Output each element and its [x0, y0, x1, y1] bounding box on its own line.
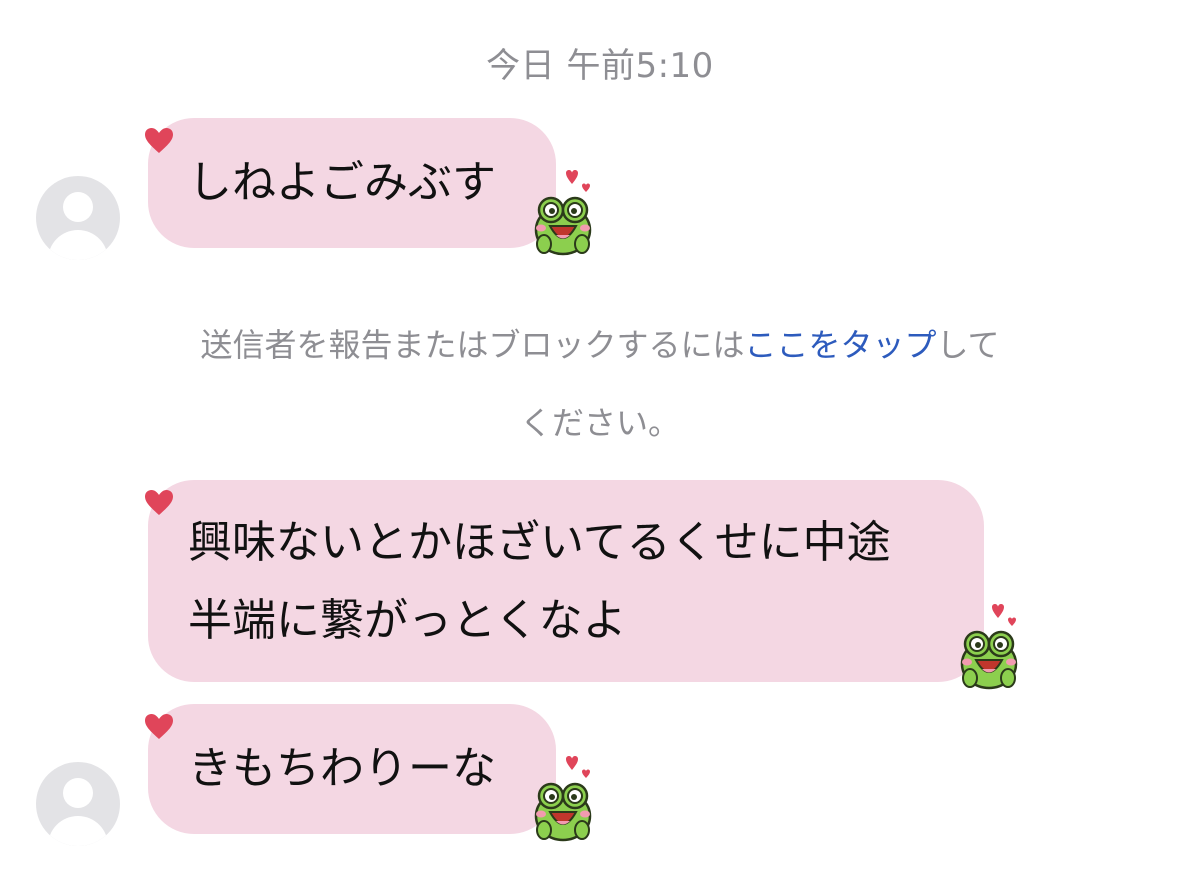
- heart-icon: [145, 128, 173, 153]
- avatar-head-icon: [63, 192, 93, 222]
- message-bubble-3[interactable]: きもちわりーな: [148, 704, 556, 834]
- message-bubble-2[interactable]: 興味ないとかほざいてるくせに中途 半端に繋がっとくなよ: [148, 480, 984, 682]
- report-block-notice: 送信者を報告またはブロックするにはここをタップして ください。: [150, 306, 1050, 462]
- heart-icon: [145, 714, 173, 739]
- sender-avatar[interactable]: [36, 176, 120, 260]
- report-notice-text-before: 送信者を報告またはブロックするには: [200, 326, 745, 364]
- chat-screen: 今日 午前5:10 しねよごみぶす 送信者を報告またはブロックするにはここをタッ…: [0, 0, 1200, 895]
- frog-sticker-icon: [960, 604, 1018, 690]
- frog-sticker-icon: [534, 170, 592, 256]
- chat-timestamp: 今日 午前5:10: [486, 46, 714, 86]
- message-bubble-1[interactable]: しねよごみぶす: [148, 118, 556, 248]
- heart-icon: [145, 490, 173, 515]
- avatar-body-icon: [48, 230, 108, 260]
- message-text-2: 興味ないとかほざいてるくせに中途 半端に繋がっとくなよ: [188, 517, 891, 646]
- frog-sticker-icon: [534, 756, 592, 842]
- tap-here-link[interactable]: ここをタップ: [744, 326, 936, 364]
- avatar-body-icon: [48, 816, 108, 846]
- avatar-head-icon: [63, 778, 93, 808]
- message-text-1: しねよごみぶす: [188, 157, 496, 208]
- message-text-3: きもちわりーな: [188, 743, 496, 794]
- sender-avatar[interactable]: [36, 762, 120, 846]
